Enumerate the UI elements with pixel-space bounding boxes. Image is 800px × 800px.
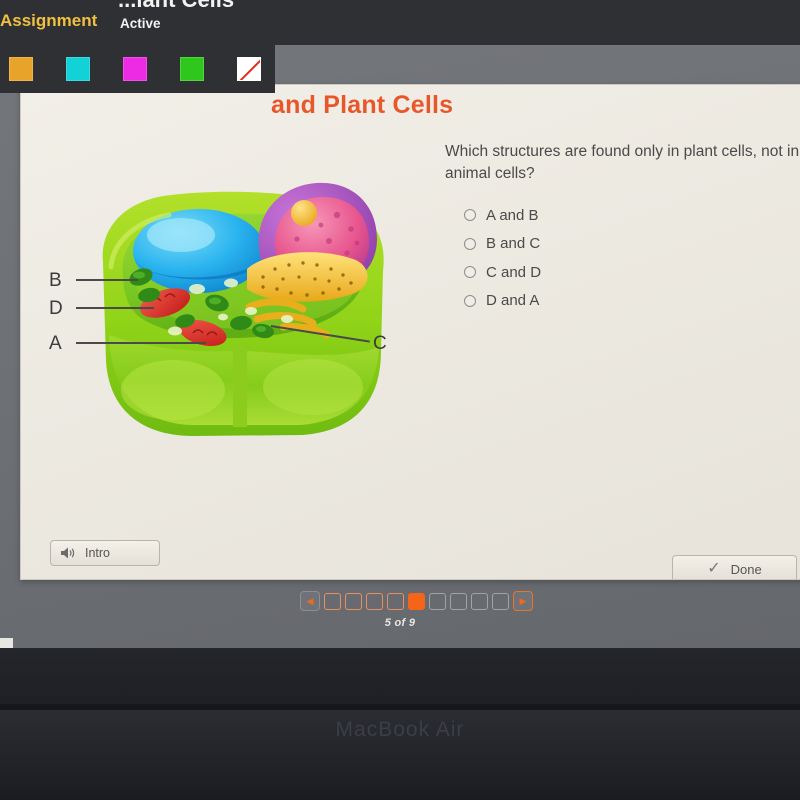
pagination-bar: ◀ ▶ bbox=[300, 591, 533, 611]
answer-choice-c[interactable]: C and D bbox=[445, 258, 800, 287]
page-dot-7[interactable] bbox=[450, 592, 467, 610]
done-button[interactable]: ✓ Done bbox=[672, 555, 797, 579]
intro-audio-button[interactable]: Intro bbox=[50, 540, 160, 566]
page-dot-4[interactable] bbox=[387, 592, 404, 610]
swatch-list bbox=[9, 57, 261, 81]
page-dot-6[interactable] bbox=[429, 592, 446, 610]
figure-label-a: A bbox=[49, 333, 62, 354]
screen-edge-artifact bbox=[0, 638, 13, 648]
answer-choice-label: A and B bbox=[486, 206, 539, 224]
green-swatch[interactable] bbox=[180, 57, 204, 81]
page-dot-3[interactable] bbox=[366, 592, 383, 610]
figure-label-d: D bbox=[49, 298, 63, 319]
plant-cell-illustration bbox=[102, 182, 384, 436]
page-dot-2[interactable] bbox=[345, 592, 362, 610]
page-dot-9[interactable] bbox=[492, 592, 509, 610]
figure-label-c: C bbox=[373, 333, 387, 354]
color-swatch-toolbar bbox=[0, 45, 275, 93]
cyan-swatch[interactable] bbox=[66, 57, 90, 81]
radio-button-icon[interactable] bbox=[464, 237, 476, 250]
leader-line-d bbox=[76, 307, 154, 309]
page-dot-5-current[interactable] bbox=[408, 592, 425, 610]
assignment-label: Assignment bbox=[0, 11, 98, 30]
speaker-icon bbox=[61, 547, 75, 559]
status-badge: Active bbox=[120, 16, 161, 31]
lesson-content-card: and Plant Cells B D A C Which structures… bbox=[20, 84, 800, 580]
answer-choice-label: B and C bbox=[486, 235, 541, 253]
magenta-swatch[interactable] bbox=[123, 57, 147, 81]
answer-choice-b[interactable]: B and C bbox=[445, 230, 800, 259]
done-button-label: Done bbox=[730, 561, 762, 577]
page-title: and Plant Cells bbox=[271, 91, 454, 119]
radio-button-icon[interactable] bbox=[464, 294, 476, 307]
radio-button-icon[interactable] bbox=[464, 209, 476, 222]
check-icon: ✓ bbox=[707, 560, 721, 577]
page-dot-1[interactable] bbox=[324, 592, 341, 610]
page-dot-8[interactable] bbox=[471, 592, 488, 610]
answer-choice-label: C and D bbox=[486, 263, 542, 281]
overlay-title-bar: ...lant Cells Assignment Active bbox=[0, 0, 800, 45]
answer-choice-list: A and B B and C C and D D and A bbox=[445, 201, 800, 315]
orange-swatch[interactable] bbox=[9, 57, 33, 81]
leader-line-b bbox=[76, 279, 138, 281]
device-brand-label: MacBook Air bbox=[335, 718, 465, 741]
answer-choice-a[interactable]: A and B bbox=[445, 201, 800, 230]
no-color-swatch[interactable] bbox=[237, 57, 261, 81]
radio-button-icon[interactable] bbox=[464, 266, 476, 279]
question-text: Which structures are found only in plant… bbox=[445, 143, 800, 182]
figure-label-b: B bbox=[49, 270, 62, 291]
laptop-screen: and Plant Cells B D A C Which structures… bbox=[0, 0, 800, 648]
page-counter-text: 5 of 9 bbox=[384, 617, 416, 629]
answer-choice-d[interactable]: D and A bbox=[445, 287, 800, 316]
photo-of-laptop-screen: and Plant Cells B D A C Which structures… bbox=[0, 0, 800, 800]
intro-button-label: Intro bbox=[85, 546, 111, 560]
plant-cell-figure bbox=[51, 155, 411, 445]
laptop-bottom-bezel bbox=[0, 648, 800, 710]
overlay-window-title: ...lant Cells bbox=[118, 0, 234, 13]
previous-page-button[interactable]: ◀ bbox=[300, 591, 320, 611]
question-block: Which structures are found only in plant… bbox=[445, 141, 800, 315]
leader-line-a bbox=[76, 342, 206, 344]
answer-choice-label: D and A bbox=[486, 292, 540, 310]
next-page-button[interactable]: ▶ bbox=[513, 591, 533, 611]
